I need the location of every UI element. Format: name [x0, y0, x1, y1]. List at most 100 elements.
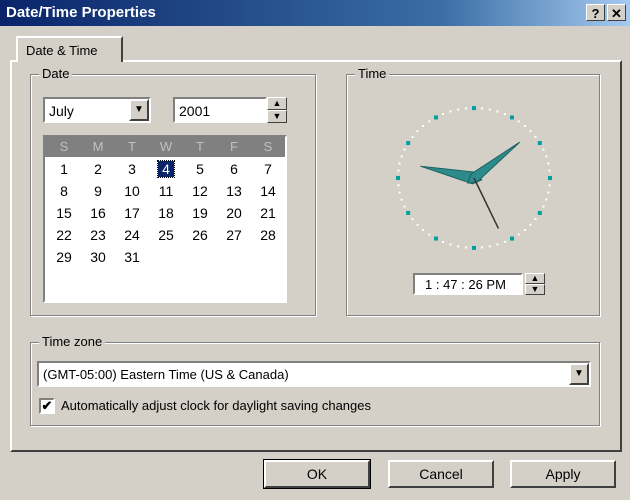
- calendar-day[interactable]: 14: [251, 183, 285, 199]
- minute-mark: [428, 233, 431, 236]
- calendar-day[interactable]: 12: [183, 183, 217, 199]
- minute-mark: [534, 135, 537, 138]
- calendar-day[interactable]: 24: [115, 227, 149, 243]
- title-bar[interactable]: Date/Time Properties ? ✕: [0, 0, 630, 26]
- calendar-day[interactable]: 25: [149, 227, 183, 243]
- minute-mark: [403, 205, 406, 208]
- time-spinner[interactable]: ▲ ▼: [525, 273, 545, 295]
- minute-mark: [442, 240, 445, 243]
- calendar-day[interactable]: 1: [47, 161, 81, 177]
- weekday-label: F: [230, 139, 238, 154]
- calendar-day[interactable]: 21: [251, 205, 285, 221]
- calendar-day[interactable]: 31: [115, 249, 149, 265]
- calendar-day[interactable]: 9: [81, 183, 115, 199]
- weekday-label: S: [263, 139, 273, 154]
- calendar-day[interactable]: 30: [81, 249, 115, 265]
- hour-mark: [510, 236, 514, 241]
- calendar-day[interactable]: 23: [81, 227, 115, 243]
- spin-up-icon[interactable]: ▲: [267, 97, 287, 110]
- calendar-day[interactable]: 28: [251, 227, 285, 243]
- calendar-day[interactable]: 20: [217, 205, 251, 221]
- calendar-day[interactable]: 22: [47, 227, 81, 243]
- calendar-day[interactable]: 4: [157, 160, 175, 178]
- calendar-day[interactable]: 8: [47, 183, 81, 199]
- year-field[interactable]: 2001: [173, 97, 267, 123]
- hour-mark: [537, 210, 542, 215]
- minute-mark: [547, 162, 550, 165]
- weekday-label: M: [92, 139, 104, 154]
- second-hand: [473, 177, 500, 229]
- calendar-day[interactable]: 13: [217, 183, 251, 199]
- calendar-day[interactable]: 27: [217, 227, 251, 243]
- time-spin-up-icon[interactable]: ▲: [525, 273, 545, 284]
- year-spinner[interactable]: ▲ ▼: [267, 97, 287, 123]
- time-field[interactable]: 1 : 47 : 26 PM: [413, 273, 523, 295]
- help-button[interactable]: ?: [586, 4, 605, 21]
- calendar-week-row: 22 23 24 25 26 27 28: [45, 225, 285, 247]
- spin-down-icon[interactable]: ▼: [267, 110, 287, 123]
- date-time-properties-window: Date/Time Properties ? ✕ Date & Time Dat…: [0, 0, 630, 500]
- minute-mark: [465, 107, 468, 110]
- calendar-day[interactable]: 11: [149, 183, 183, 199]
- ok-button[interactable]: OK: [263, 459, 371, 489]
- calendar-week-row: 15 16 17 18 19 20 21: [45, 203, 285, 225]
- calendar-day[interactable]: 6: [217, 161, 251, 177]
- minute-mark: [503, 113, 506, 116]
- time-spin-down-icon[interactable]: ▼: [525, 284, 545, 295]
- minute-mark: [449, 243, 452, 246]
- minute-mark: [480, 107, 483, 110]
- calendar-week-row: 1234567: [45, 159, 285, 181]
- minute-mark: [400, 198, 403, 201]
- calendar-day[interactable]: 16: [81, 205, 115, 221]
- hour-mark: [406, 141, 411, 146]
- calendar-day[interactable]: 26: [183, 227, 217, 243]
- calendar-week-row: 29 30 31: [45, 247, 285, 269]
- weekday-label: T: [196, 139, 204, 154]
- minute-mark: [547, 191, 550, 194]
- minute-mark: [496, 243, 499, 246]
- cancel-button[interactable]: Cancel: [388, 460, 494, 488]
- dst-checkbox[interactable]: ✔: [39, 398, 55, 414]
- calendar-day[interactable]: 7: [251, 161, 285, 177]
- minute-hand: [467, 141, 521, 184]
- time-group-label: Time: [355, 66, 390, 81]
- timezone-dropdown-arrow-icon[interactable]: ▼: [569, 363, 589, 385]
- minute-mark: [428, 120, 431, 123]
- hour-mark: [472, 245, 476, 250]
- minute-mark: [411, 218, 414, 221]
- tab-date-time[interactable]: Date & Time: [16, 36, 123, 62]
- time-group: Time 1 : 47 : 26 PM ▲ ▼: [346, 66, 600, 316]
- hour-mark: [396, 176, 400, 180]
- minute-mark: [488, 245, 491, 248]
- calendar-day[interactable]: 18: [149, 205, 183, 221]
- month-select[interactable]: July ▼: [43, 97, 151, 123]
- calendar-day[interactable]: 19: [183, 205, 217, 221]
- calendar-day[interactable]: 29: [47, 249, 81, 265]
- minute-mark: [416, 223, 419, 226]
- apply-button[interactable]: Apply: [510, 460, 616, 488]
- calendar-day[interactable]: 10: [115, 183, 149, 199]
- minute-mark: [411, 135, 414, 138]
- calendar-day[interactable]: 15: [47, 205, 81, 221]
- timezone-group: Time zone (GMT-05:00) Eastern Time (US &…: [30, 334, 600, 426]
- calendar-weekday-header: SMTWTFS: [45, 137, 285, 157]
- minute-mark: [398, 191, 401, 194]
- weekday-label: S: [59, 139, 69, 154]
- minute-mark: [529, 223, 532, 226]
- close-button[interactable]: ✕: [607, 4, 626, 21]
- minute-mark: [488, 108, 491, 111]
- hour-mark: [472, 106, 476, 111]
- hour-mark: [548, 176, 552, 180]
- timezone-select[interactable]: (GMT-05:00) Eastern Time (US & Canada) ▼: [37, 361, 591, 387]
- dst-checkbox-label[interactable]: Automatically adjust clock for daylight …: [61, 398, 371, 413]
- calendar-day[interactable]: 17: [115, 205, 149, 221]
- calendar-day[interactable]: 3: [115, 161, 149, 177]
- month-dropdown-arrow-icon[interactable]: ▼: [129, 99, 149, 121]
- minute-mark: [416, 130, 419, 133]
- minute-mark: [542, 148, 545, 151]
- calendar-day[interactable]: 2: [81, 161, 115, 177]
- minute-mark: [400, 155, 403, 158]
- minute-mark: [503, 240, 506, 243]
- calendar-day[interactable]: 5: [183, 161, 217, 177]
- minute-mark: [397, 184, 400, 187]
